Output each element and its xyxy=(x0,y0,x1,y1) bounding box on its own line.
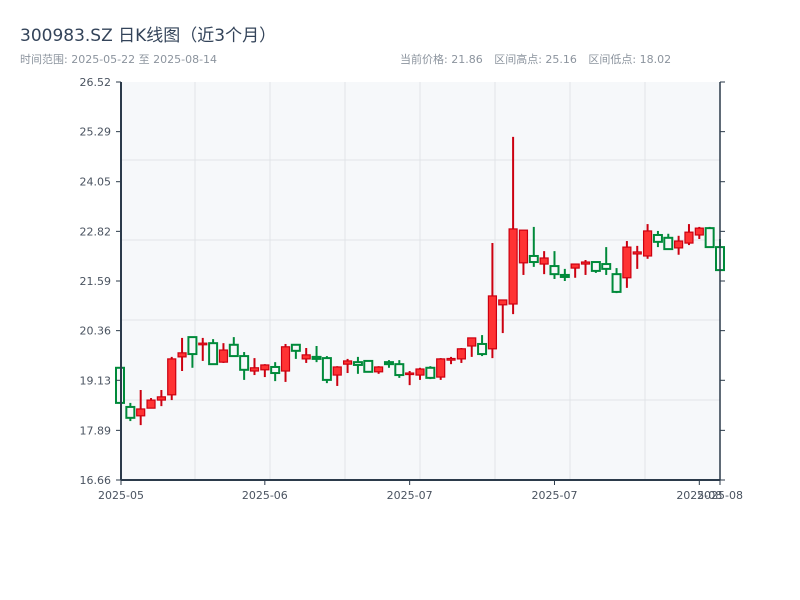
candle-body xyxy=(601,263,612,270)
candle-body xyxy=(208,342,219,366)
candle-body xyxy=(311,355,322,360)
candle-body xyxy=(321,357,332,381)
x-tick-label: 2025-05 xyxy=(98,489,144,502)
candle-body xyxy=(467,337,477,347)
candle-body xyxy=(228,343,239,358)
candle-body xyxy=(684,231,694,244)
y-tick-label: 22.82 xyxy=(80,225,112,238)
candle-body xyxy=(539,257,549,265)
candle-body xyxy=(290,343,301,352)
y-tick-label: 20.36 xyxy=(80,325,112,338)
candle-body xyxy=(559,273,570,278)
candle-body xyxy=(342,360,353,365)
candle-body xyxy=(580,261,591,265)
candle-body xyxy=(187,336,198,356)
candle-body xyxy=(352,361,363,366)
candle-body xyxy=(549,265,560,276)
candle-body xyxy=(622,246,632,279)
y-tick-label: 26.52 xyxy=(80,76,112,89)
y-tick-label: 17.89 xyxy=(80,424,112,437)
candle-body xyxy=(518,229,529,264)
candle-body xyxy=(425,366,436,379)
candle-body xyxy=(136,408,146,417)
candle-body xyxy=(477,342,488,356)
candle-body xyxy=(125,405,136,419)
candle-body xyxy=(280,346,291,372)
candle-body xyxy=(570,263,580,269)
candle-body xyxy=(146,399,156,409)
candle-body xyxy=(663,236,674,251)
candle-body xyxy=(674,240,684,249)
candle-body xyxy=(611,273,622,293)
candle-body xyxy=(332,366,342,376)
candle-body xyxy=(383,361,394,366)
candle-body xyxy=(260,364,270,371)
candle-body xyxy=(374,366,384,373)
y-tick-label: 21.59 xyxy=(80,275,112,288)
x-tick-label: 2025-08 xyxy=(697,489,743,502)
y-tick-label: 16.66 xyxy=(80,474,112,487)
candle-body xyxy=(436,358,446,378)
candle-body xyxy=(694,227,704,236)
candle-body xyxy=(528,254,539,264)
candle-body xyxy=(456,348,466,360)
candle-body xyxy=(249,367,260,372)
candle-body xyxy=(446,357,456,361)
candle-body xyxy=(405,372,415,376)
candle-body xyxy=(415,368,425,376)
candle-body xyxy=(487,295,498,350)
y-tick-label: 25.29 xyxy=(80,126,112,139)
candle-body xyxy=(156,396,166,401)
y-tick-label: 24.05 xyxy=(80,176,112,189)
candle-body xyxy=(498,299,508,306)
x-tick-label: 2025-06 xyxy=(242,489,288,502)
candle-body xyxy=(642,230,653,257)
candle-body xyxy=(198,342,208,346)
candle-body xyxy=(239,355,250,371)
candle-body xyxy=(632,251,642,255)
candle-body xyxy=(394,363,405,377)
candle-body xyxy=(167,358,177,396)
candle-body xyxy=(508,228,518,305)
candle-body xyxy=(704,227,715,249)
y-tick-label: 19.13 xyxy=(80,374,112,387)
candle-body xyxy=(652,233,663,243)
x-tick-label: 2025-07 xyxy=(387,489,433,502)
candle-body xyxy=(218,349,229,363)
candle-body xyxy=(270,365,281,375)
candle-body xyxy=(363,359,374,373)
candle-body xyxy=(301,354,311,360)
candle-body xyxy=(590,261,601,272)
x-tick-label: 2025-07 xyxy=(531,489,577,502)
candlestick-chart: 26.52 25.29 24.05 22.82 21.59 20.36 19.13 17.89… xyxy=(80,76,743,502)
candle-body xyxy=(177,352,187,358)
